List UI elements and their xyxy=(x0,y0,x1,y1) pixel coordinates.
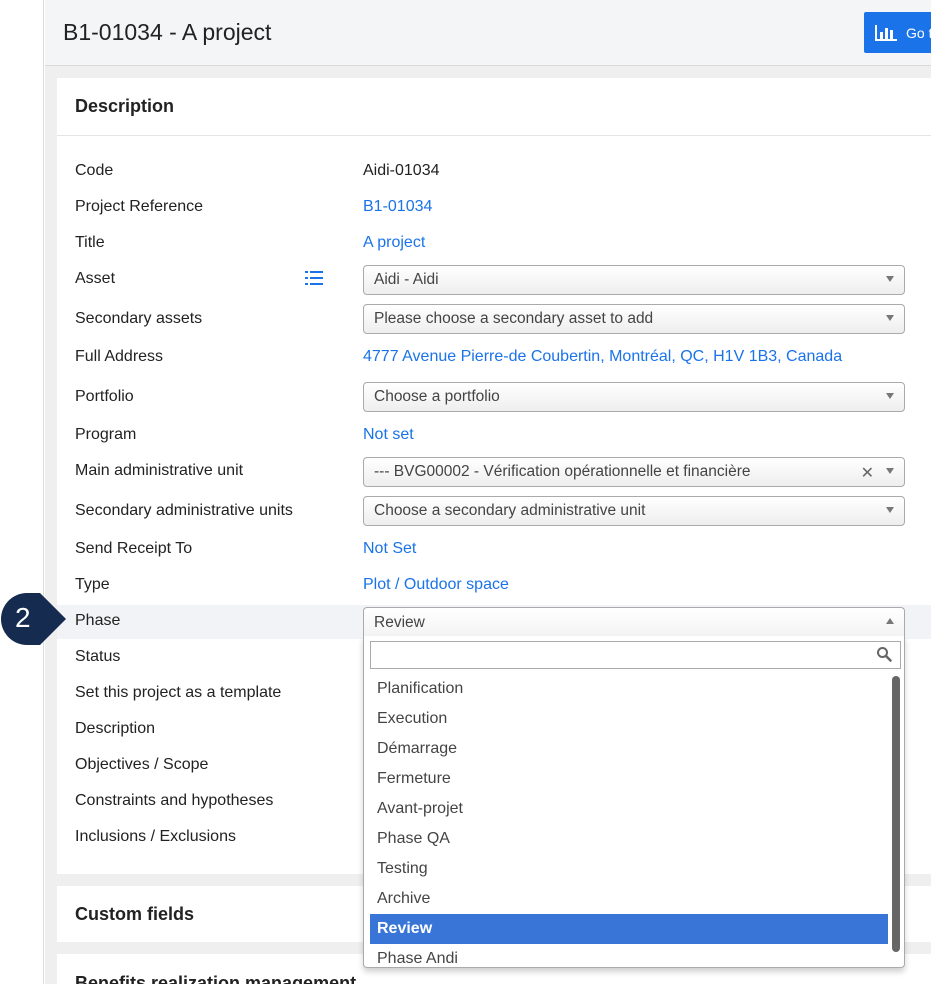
main-admin-unit-label: Main administrative unit xyxy=(75,462,244,479)
send-receipt-to-label: Send Receipt To xyxy=(75,540,193,557)
chevron-down-icon xyxy=(886,276,894,282)
phase-option[interactable]: Testing xyxy=(370,854,888,884)
main-admin-unit-select[interactable]: --- BVG00002 - Vérification opérationnel… xyxy=(363,457,905,487)
template-label: Set this project as a template xyxy=(75,684,282,701)
page-header: B1-01034 - A project Go t xyxy=(45,0,931,66)
phase-option[interactable]: Planification xyxy=(370,674,888,704)
asset-select[interactable]: Aidi - Aidi xyxy=(363,265,905,295)
asset-label: Asset xyxy=(75,270,116,287)
program-label: Program xyxy=(75,426,137,443)
asset-select-value: Aidi - Aidi xyxy=(374,271,439,288)
secondary-assets-label: Secondary assets xyxy=(75,310,203,327)
type-label: Type xyxy=(75,576,110,593)
description-heading: Description xyxy=(57,78,931,136)
chevron-up-icon xyxy=(886,618,894,624)
code-value: Aidi-01034 xyxy=(363,162,440,179)
full-address-label: Full Address xyxy=(75,348,164,365)
project-reference-label: Project Reference xyxy=(75,198,204,215)
secondary-assets-placeholder: Please choose a secondary asset to add xyxy=(374,310,654,327)
secondary-admin-units-select[interactable]: Choose a secondary administrative unit xyxy=(363,496,905,526)
secondary-admin-units-label: Secondary administrative units xyxy=(75,502,293,519)
secondary-admin-units-placeholder: Choose a secondary administrative unit xyxy=(374,502,646,519)
phase-label: Phase xyxy=(75,612,121,629)
portfolio-select[interactable]: Choose a portfolio xyxy=(363,382,905,412)
phase-option[interactable]: Execution xyxy=(370,704,888,734)
phase-option[interactable]: Phase Andi xyxy=(370,944,888,967)
phase-options-list: Planification Execution Démarrage Fermet… xyxy=(370,674,888,967)
chevron-down-icon xyxy=(886,468,894,474)
phase-select-value: Review xyxy=(374,613,425,631)
status-label: Status xyxy=(75,648,121,665)
go-button-label: Go t xyxy=(906,24,931,41)
bar-chart-icon xyxy=(875,24,897,41)
benefits-heading: Benefits realization management xyxy=(75,973,357,984)
phase-search-input[interactable] xyxy=(370,641,901,669)
phase-select[interactable]: Review xyxy=(363,607,905,637)
custom-fields-heading: Custom fields xyxy=(75,903,195,924)
step-badge-number: 2 xyxy=(15,602,31,633)
chevron-down-icon xyxy=(886,315,894,321)
full-address-link[interactable]: 4777 Avenue Pierre-de Coubertin, Montréa… xyxy=(363,348,842,366)
title-label: Title xyxy=(75,234,105,251)
phase-option[interactable]: Archive xyxy=(370,884,888,914)
dropdown-scrollbar[interactable] xyxy=(892,676,900,952)
phase-dropdown: Planification Execution Démarrage Fermet… xyxy=(363,636,905,968)
inclusions-label: Inclusions / Exclusions xyxy=(75,828,236,845)
step-badge-shape xyxy=(1,593,66,645)
clear-icon[interactable]: ✕ xyxy=(861,463,874,483)
phase-option-selected[interactable]: Review xyxy=(370,914,888,944)
chevron-down-icon xyxy=(886,393,894,399)
search-icon xyxy=(877,647,892,662)
project-reference-link[interactable]: B1-01034 xyxy=(363,198,432,216)
send-receipt-to-link[interactable]: Not Set xyxy=(363,540,416,558)
phase-option[interactable]: Phase QA xyxy=(370,824,888,854)
go-to-dashboard-button[interactable]: Go t xyxy=(864,12,931,53)
portfolio-placeholder: Choose a portfolio xyxy=(374,388,500,405)
list-icon[interactable] xyxy=(305,270,323,286)
left-rail xyxy=(0,0,44,984)
secondary-assets-select[interactable]: Please choose a secondary asset to add xyxy=(363,304,905,334)
constraints-label: Constraints and hypotheses xyxy=(75,792,274,809)
portfolio-label: Portfolio xyxy=(75,388,134,405)
page-title: B1-01034 - A project xyxy=(63,19,272,45)
phase-option[interactable]: Avant-projet xyxy=(370,794,888,824)
code-label: Code xyxy=(75,162,114,179)
phase-option[interactable]: Démarrage xyxy=(370,734,888,764)
objectives-label: Objectives / Scope xyxy=(75,756,209,773)
phase-option[interactable]: Fermeture xyxy=(370,764,888,794)
step-badge: 2 xyxy=(0,592,68,646)
main-admin-unit-value: --- BVG00002 - Vérification opérationnel… xyxy=(374,463,751,480)
title-link[interactable]: A project xyxy=(363,234,425,252)
description-label: Description xyxy=(75,720,156,737)
chevron-down-icon xyxy=(886,507,894,513)
type-link[interactable]: Plot / Outdoor space xyxy=(363,576,509,594)
program-link[interactable]: Not set xyxy=(363,426,414,444)
